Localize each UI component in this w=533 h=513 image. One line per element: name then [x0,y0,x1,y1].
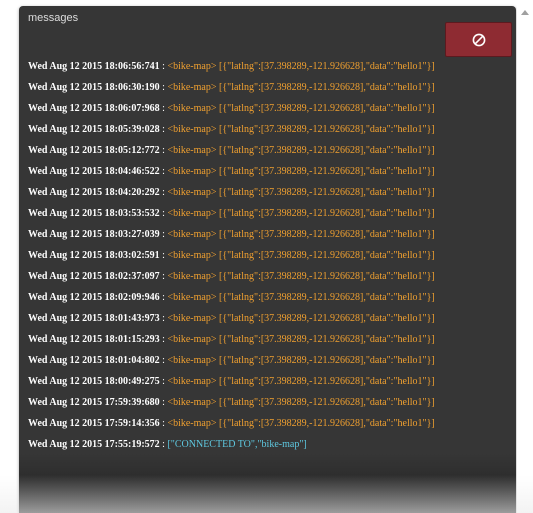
message-timestamp: Wed Aug 12 2015 18:05:12:772 [28,145,160,156]
message-row: Wed Aug 12 2015 18:04:20:292 : <bike-map… [28,182,510,203]
message-channel: <bike-map> [167,208,217,219]
panel-bottom-fade [19,453,516,513]
message-timestamp: Wed Aug 12 2015 18:02:09:946 [28,292,160,303]
message-timestamp: Wed Aug 12 2015 18:05:39:028 [28,124,160,135]
message-timestamp: Wed Aug 12 2015 17:55:19:572 [28,439,160,450]
message-timestamp: Wed Aug 12 2015 18:06:30:190 [28,82,160,93]
message-timestamp: Wed Aug 12 2015 18:01:04:802 [28,355,160,366]
message-row: Wed Aug 12 2015 18:03:53:532 : <bike-map… [28,203,510,224]
message-timestamp: Wed Aug 12 2015 18:03:27:039 [28,229,160,240]
message-timestamp: Wed Aug 12 2015 18:02:37:097 [28,271,160,282]
message-timestamp: Wed Aug 12 2015 18:04:20:292 [28,187,160,198]
message-payload: [{"latlng":[37.398289,-121.926628],"data… [216,334,435,345]
message-payload: [{"latlng":[37.398289,-121.926628],"data… [216,82,435,93]
clear-messages-button[interactable] [445,22,512,57]
message-payload: [{"latlng":[37.398289,-121.926628],"data… [216,103,435,114]
message-payload: [{"latlng":[37.398289,-121.926628],"data… [216,313,435,324]
message-row: Wed Aug 12 2015 18:06:07:968 : <bike-map… [28,98,510,119]
message-row: Wed Aug 12 2015 18:05:12:772 : <bike-map… [28,140,510,161]
message-channel: <bike-map> [167,82,217,93]
message-row: Wed Aug 12 2015 18:06:30:190 : <bike-map… [28,77,510,98]
message-channel: <bike-map> [167,145,217,156]
message-channel: <bike-map> [167,271,217,282]
message-timestamp: Wed Aug 12 2015 17:59:14:356 [28,418,160,429]
message-row: Wed Aug 12 2015 18:05:39:028 : <bike-map… [28,119,510,140]
message-timestamp: Wed Aug 12 2015 18:01:43:973 [28,313,160,324]
message-timestamp: Wed Aug 12 2015 18:03:53:532 [28,208,160,219]
message-channel: <bike-map> [167,292,217,303]
message-payload: [{"latlng":[37.398289,-121.926628],"data… [216,250,435,261]
message-payload: [{"latlng":[37.398289,-121.926628],"data… [216,397,435,408]
message-timestamp: Wed Aug 12 2015 17:59:39:680 [28,397,160,408]
message-channel: <bike-map> [167,334,217,345]
message-channel: <bike-map> [167,397,217,408]
messages-panel: messages Wed Aug 12 2015 18:06:56:741 : … [19,6,516,513]
message-channel: <bike-map> [167,229,217,240]
message-payload: [{"latlng":[37.398289,-121.926628],"data… [216,418,435,429]
message-row: Wed Aug 12 2015 18:01:43:973 : <bike-map… [28,308,510,329]
message-timestamp: Wed Aug 12 2015 18:06:56:741 [28,61,160,72]
message-channel: <bike-map> [167,355,217,366]
message-row: Wed Aug 12 2015 18:01:15:293 : <bike-map… [28,329,510,350]
message-channel: <bike-map> [167,418,217,429]
message-row: Wed Aug 12 2015 18:04:46:522 : <bike-map… [28,161,510,182]
message-row: Wed Aug 12 2015 18:02:37:097 : <bike-map… [28,266,510,287]
message-row: Wed Aug 12 2015 18:03:02:591 : <bike-map… [28,245,510,266]
message-list: Wed Aug 12 2015 18:06:56:741 : <bike-map… [28,56,510,455]
message-row: Wed Aug 12 2015 18:02:09:946 : <bike-map… [28,287,510,308]
page-scrollbar[interactable] [517,6,533,513]
message-payload: [{"latlng":[37.398289,-121.926628],"data… [216,124,435,135]
message-row: Wed Aug 12 2015 17:59:39:680 : <bike-map… [28,392,510,413]
message-channel: <bike-map> [167,187,217,198]
message-timestamp: Wed Aug 12 2015 18:00:49:275 [28,376,160,387]
message-row: Wed Aug 12 2015 18:01:04:802 : <bike-map… [28,350,510,371]
message-payload: [{"latlng":[37.398289,-121.926628],"data… [216,61,435,72]
message-row: Wed Aug 12 2015 18:06:56:741 : <bike-map… [28,56,510,77]
message-payload: [{"latlng":[37.398289,-121.926628],"data… [216,187,435,198]
message-timestamp: Wed Aug 12 2015 18:01:15:293 [28,334,160,345]
message-row: Wed Aug 12 2015 18:00:49:275 : <bike-map… [28,371,510,392]
message-channel: <bike-map> [167,313,217,324]
message-timestamp: Wed Aug 12 2015 18:06:07:968 [28,103,160,114]
connected-payload: ["CONNECTED TO","bike-map"] [167,439,307,450]
message-payload: [{"latlng":[37.398289,-121.926628],"data… [216,166,435,177]
message-payload: [{"latlng":[37.398289,-121.926628],"data… [216,355,435,366]
panel-title: messages [28,12,79,24]
message-payload: [{"latlng":[37.398289,-121.926628],"data… [216,271,435,282]
message-row: Wed Aug 12 2015 18:03:27:039 : <bike-map… [28,224,510,245]
message-channel: <bike-map> [167,250,217,261]
message-payload: [{"latlng":[37.398289,-121.926628],"data… [216,229,435,240]
message-payload: [{"latlng":[37.398289,-121.926628],"data… [216,292,435,303]
message-payload: [{"latlng":[37.398289,-121.926628],"data… [216,145,435,156]
message-payload: [{"latlng":[37.398289,-121.926628],"data… [216,376,435,387]
message-channel: <bike-map> [167,103,217,114]
message-channel: <bike-map> [167,376,217,387]
message-channel: <bike-map> [167,61,217,72]
no-entry-icon [472,33,486,47]
message-channel: <bike-map> [167,166,217,177]
scroll-up-arrow-icon[interactable] [521,10,529,15]
message-payload: [{"latlng":[37.398289,-121.926628],"data… [216,208,435,219]
message-channel: <bike-map> [167,124,217,135]
connected-message-row: Wed Aug 12 2015 17:55:19:572 : ["CONNECT… [28,434,510,455]
message-timestamp: Wed Aug 12 2015 18:04:46:522 [28,166,160,177]
message-timestamp: Wed Aug 12 2015 18:03:02:591 [28,250,160,261]
message-row: Wed Aug 12 2015 17:59:14:356 : <bike-map… [28,413,510,434]
